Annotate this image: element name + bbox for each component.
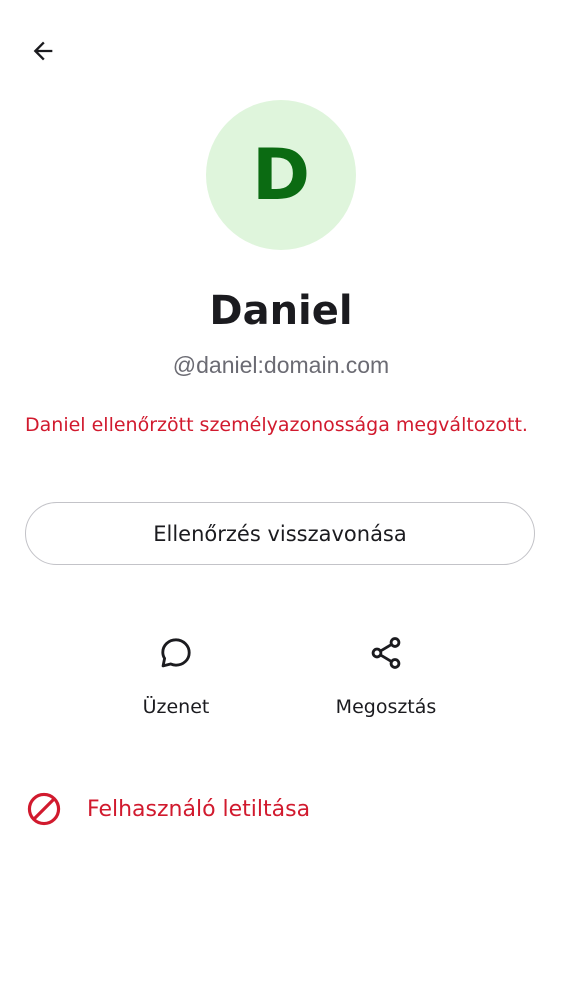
share-action[interactable]: Megosztás bbox=[286, 628, 486, 718]
back-button[interactable] bbox=[20, 28, 66, 74]
chat-bubble-icon bbox=[151, 628, 201, 678]
user-id: @daniel:domain.com bbox=[172, 352, 390, 378]
block-icon bbox=[24, 789, 64, 829]
revoke-verification-label: Ellenőrzés visszavonása bbox=[153, 521, 407, 546]
block-user-label: Felhasználó letiltása bbox=[87, 796, 311, 822]
message-label: Üzenet bbox=[142, 696, 210, 718]
avatar: D bbox=[206, 100, 356, 250]
message-action[interactable]: Üzenet bbox=[76, 628, 276, 718]
share-icon bbox=[361, 628, 411, 678]
avatar-initial: D bbox=[251, 134, 311, 216]
arrow-left-icon bbox=[33, 41, 53, 61]
block-user-button[interactable]: Felhasználó letiltása bbox=[24, 786, 538, 832]
share-label: Megosztás bbox=[335, 696, 437, 718]
identity-changed-warning: Daniel ellenőrzött személyazonossága meg… bbox=[25, 414, 528, 436]
revoke-verification-button[interactable]: Ellenőrzés visszavonása bbox=[25, 502, 535, 565]
display-name: Daniel bbox=[209, 288, 353, 334]
